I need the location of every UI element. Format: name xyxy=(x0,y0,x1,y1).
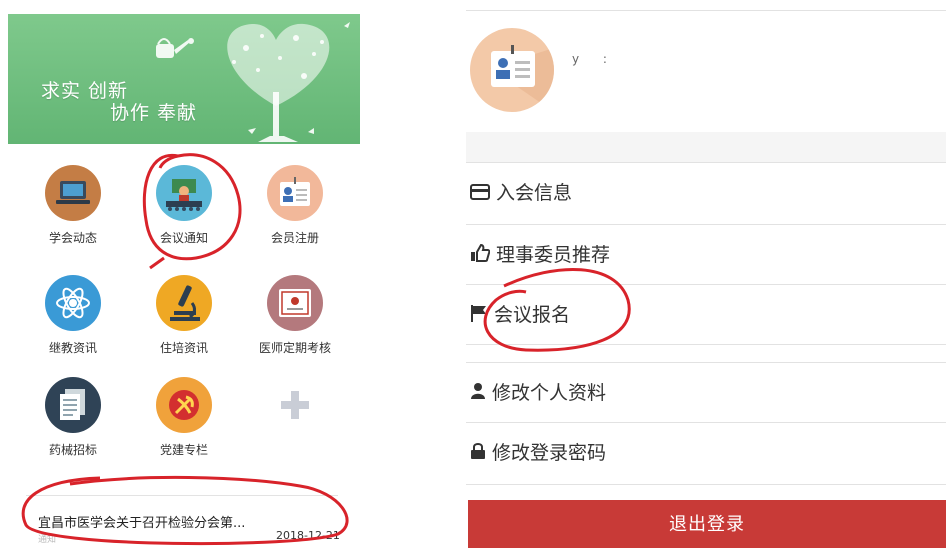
thumbs-up-icon xyxy=(470,227,491,285)
grid-item-physician-assessment[interactable]: 医师定期考核 xyxy=(240,275,350,356)
slogan-line-2: 协作 奉献 xyxy=(110,102,198,124)
divider xyxy=(466,224,946,225)
divider xyxy=(466,422,946,423)
divider xyxy=(466,10,946,11)
grid-item-label: 医师定期考核 xyxy=(258,341,331,355)
grid-item-residency-news[interactable]: 住培资讯 xyxy=(129,275,239,356)
menu-label: 会议报名 xyxy=(494,304,571,326)
flag-icon xyxy=(470,287,488,345)
profile-screen: y : 入会信息 理事委员推荐 会议报名 修改个人资料 修改登录密码 退出登录 xyxy=(466,0,946,548)
app-home-screen: 求实 创新 协作 奉献 学会动态 会议通知 会员注册 继教资讯 住培资讯 医师定… xyxy=(0,0,360,548)
avatar[interactable] xyxy=(470,28,554,112)
grid-item-label: 住培资讯 xyxy=(159,341,208,355)
meeting-icon xyxy=(156,165,212,221)
menu-label: 理事委员推荐 xyxy=(496,244,611,266)
lock-icon xyxy=(470,425,486,483)
menu-membership-info[interactable]: 入会信息 xyxy=(470,164,572,222)
divider xyxy=(466,344,946,345)
plus-icon xyxy=(267,377,323,433)
menu-meeting-signup[interactable]: 会议报名 xyxy=(470,286,570,344)
username: y : xyxy=(572,52,617,66)
grid-item-add[interactable] xyxy=(240,377,350,441)
news-list-item[interactable]: 宜昌市医学会关于召开检验分会第... 通知 2018-12-21 xyxy=(30,510,340,545)
news-date: 2018-12-21 xyxy=(276,529,340,542)
grid-item-member-register[interactable]: 会员注册 xyxy=(240,165,350,246)
grid-item-label: 继教资讯 xyxy=(48,341,97,355)
news-category: 通知 xyxy=(38,535,57,545)
atom-icon xyxy=(45,275,101,331)
grid-item-label: 会议通知 xyxy=(159,231,208,245)
party-emblem-icon xyxy=(156,377,212,433)
banner[interactable]: 求实 创新 协作 奉献 xyxy=(8,14,360,144)
grid-item-party-building[interactable]: 党建专栏 xyxy=(129,377,239,458)
menu-director-recommend[interactable]: 理事委员推荐 xyxy=(470,226,610,284)
section-gap xyxy=(466,132,946,162)
grid-item-label: 会员注册 xyxy=(270,231,319,245)
grid-item-society-news[interactable]: 学会动态 xyxy=(18,165,128,246)
grid-item-label: 党建专栏 xyxy=(159,443,208,457)
card-icon xyxy=(470,165,490,223)
news-title: 宜昌市医学会关于召开检验分会第... xyxy=(38,516,246,531)
divider xyxy=(466,284,946,285)
grid-item-meeting-notice[interactable]: 会议通知 xyxy=(129,165,239,246)
laptop-icon xyxy=(45,165,101,221)
divider xyxy=(466,484,946,485)
menu-change-password[interactable]: 修改登录密码 xyxy=(470,424,606,482)
divider xyxy=(466,362,946,363)
divider xyxy=(466,162,946,163)
certificate-icon xyxy=(267,275,323,331)
divider xyxy=(26,495,338,496)
menu-label: 修改个人资料 xyxy=(492,382,607,404)
grid-item-drug-tender[interactable]: 药械招标 xyxy=(18,377,128,458)
user-icon xyxy=(470,365,486,423)
logout-button[interactable]: 退出登录 xyxy=(468,500,946,548)
menu-edit-profile[interactable]: 修改个人资料 xyxy=(470,364,606,422)
menu-label: 入会信息 xyxy=(496,182,573,204)
microscope-icon xyxy=(156,275,212,331)
id-card-icon xyxy=(267,165,323,221)
documents-icon xyxy=(45,377,101,433)
grid-item-label: 学会动态 xyxy=(48,231,97,245)
grid-item-label: 药械招标 xyxy=(48,443,97,457)
menu-label: 修改登录密码 xyxy=(492,442,607,464)
grid-item-cme-news[interactable]: 继教资讯 xyxy=(18,275,128,356)
